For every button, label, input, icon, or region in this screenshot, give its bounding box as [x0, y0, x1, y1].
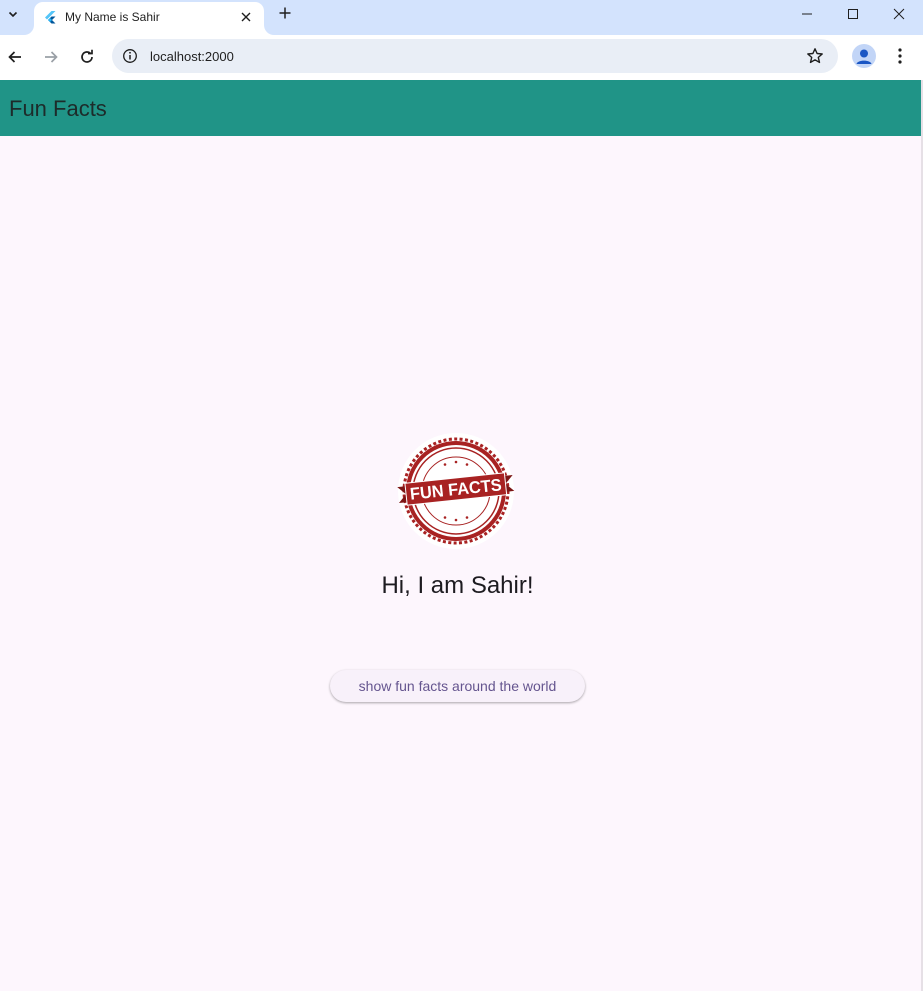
- profile-avatar[interactable]: [852, 44, 876, 68]
- show-fun-facts-button[interactable]: show fun facts around the world: [330, 670, 585, 702]
- browser-toolbar: localhost:2000: [0, 35, 923, 80]
- show-fun-facts-label: show fun facts around the world: [358, 678, 557, 694]
- address-bar[interactable]: localhost:2000: [112, 39, 838, 73]
- info-icon[interactable]: [122, 48, 138, 64]
- minimize-button[interactable]: [784, 0, 830, 28]
- url-text[interactable]: localhost:2000: [150, 49, 234, 64]
- chevron-down-icon: [8, 11, 18, 18]
- person-icon: [856, 49, 872, 64]
- star-icon[interactable]: [806, 47, 824, 65]
- plus-icon: [279, 7, 291, 19]
- maximize-icon: [848, 9, 858, 19]
- arrow-right-icon: [45, 51, 58, 63]
- tab-strip: My Name is Sahir: [0, 0, 923, 35]
- tab-title: My Name is Sahir: [65, 10, 160, 24]
- forward-button[interactable]: [36, 42, 66, 72]
- app-body: [0, 136, 921, 991]
- more-vertical-icon: [898, 48, 902, 64]
- new-tab-button[interactable]: [274, 2, 296, 24]
- tab-search-button[interactable]: [0, 1, 26, 27]
- close-window-button[interactable]: [876, 0, 922, 28]
- close-icon: [241, 12, 251, 22]
- fun-facts-logo: FUN FACTS: [397, 433, 515, 549]
- reload-button[interactable]: [72, 42, 102, 72]
- flutter-icon: [45, 11, 56, 24]
- back-button[interactable]: [0, 42, 30, 72]
- close-icon: [893, 8, 905, 20]
- browser-menu-button[interactable]: [889, 43, 911, 69]
- app-bar: Fun Facts: [0, 80, 921, 136]
- arrow-left-icon: [8, 51, 21, 63]
- page-title: Fun Facts: [9, 96, 107, 121]
- reload-icon: [81, 49, 93, 63]
- tab-close-button[interactable]: [236, 7, 256, 27]
- minimize-icon: [802, 13, 812, 15]
- maximize-button[interactable]: [830, 0, 876, 28]
- greeting-heading: Hi, I am Sahir!: [381, 572, 534, 599]
- browser-tab[interactable]: My Name is Sahir: [34, 2, 264, 35]
